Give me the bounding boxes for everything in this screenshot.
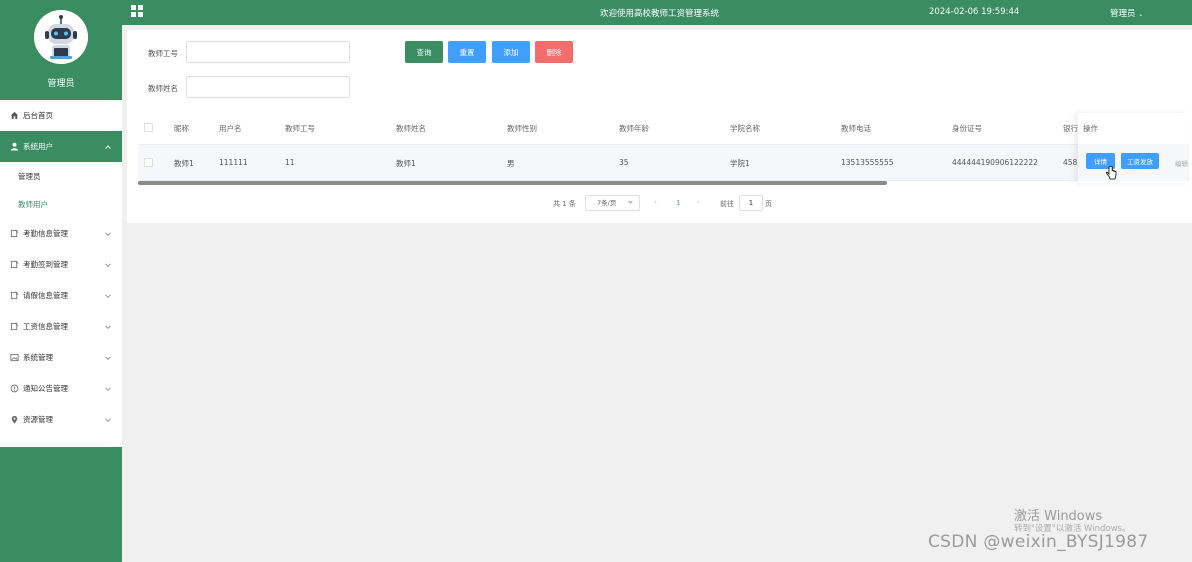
select-all-checkbox[interactable] <box>144 123 153 132</box>
page-size-select[interactable]: 7条/页 <box>585 195 640 211</box>
cell-phone: 13513555555 <box>841 158 894 167</box>
chevron-down-icon <box>105 229 111 236</box>
salary-payment-button[interactable]: 工资发放 <box>1121 153 1159 169</box>
delete-button[interactable]: 删除 <box>535 41 573 63</box>
sidebar-subitem-admin[interactable]: 管理员 <box>0 162 122 190</box>
sidebar-item-label: 考勤信息管理 <box>23 229 68 238</box>
edit-button[interactable]: 编辑 <box>1175 158 1188 168</box>
csdn-watermark: CSDN @weixin_BYSJ1987 <box>928 532 1149 552</box>
teacher-name-label: 教师姓名 <box>148 84 178 93</box>
topbar: 欢迎使用高校教师工资管理系统 2024-02-06 19:59:44 管理员 ⌄ <box>122 0 1192 25</box>
cell-teacher-no: 11 <box>285 158 295 167</box>
cell-nickname: 教师1 <box>174 159 194 168</box>
sidebar-subitem-teacher-users[interactable]: 教师用户 <box>0 190 122 218</box>
document-icon <box>9 291 19 301</box>
column-header-nickname: 昵称 <box>174 124 189 133</box>
sidebar-item-label: 系统管理 <box>23 353 53 362</box>
sidebar-item-label: 系统用户 <box>23 142 53 151</box>
cell-teacher-name: 教师1 <box>396 159 416 168</box>
chevron-down-icon <box>105 384 111 391</box>
sidebar-item-attendance-signin[interactable]: 考勤签到管理 <box>0 249 122 280</box>
main-panel: 教师工号 教师姓名 查询 重置 添加 删除 昵称 用户名 教师工号 教师姓名 教… <box>127 30 1192 223</box>
cell-age: 35 <box>619 158 629 167</box>
column-header-username: 用户名 <box>219 124 242 133</box>
reset-button[interactable]: 重置 <box>448 41 486 63</box>
sidebar-item-leave-info[interactable]: 请假信息管理 <box>0 280 122 311</box>
chevron-down-icon <box>105 415 111 422</box>
document-icon <box>9 322 19 332</box>
chevron-down-icon <box>105 260 111 267</box>
menu-grid-icon[interactable] <box>131 5 143 17</box>
add-button[interactable]: 添加 <box>492 41 530 63</box>
sidebar-item-resource-management[interactable]: 资源管理 <box>0 404 122 435</box>
column-header-age: 教师年龄 <box>619 124 649 133</box>
column-header-gender: 教师性别 <box>507 124 537 133</box>
sidebar-item-system-management[interactable]: 系统管理 <box>0 342 122 373</box>
chevron-down-icon <box>105 353 111 360</box>
cell-username: 111111 <box>219 158 248 167</box>
query-button[interactable]: 查询 <box>405 41 443 63</box>
column-header-id-card: 身份证号 <box>952 124 982 133</box>
robot-avatar-icon <box>34 10 88 64</box>
system-title: 欢迎使用高校教师工资管理系统 <box>600 9 720 19</box>
chevron-down-icon: ⌄ <box>1138 11 1144 18</box>
sidebar-item-label: 后台首页 <box>23 111 53 120</box>
location-icon <box>9 415 19 425</box>
actions-column: 操作 详情 工资发放 编辑 <box>1078 113 1188 183</box>
page-size-value: 7条/页 <box>597 199 617 207</box>
next-page-icon[interactable]: › <box>697 198 700 206</box>
goto-page-input[interactable]: 1 <box>739 195 763 211</box>
document-icon <box>9 260 19 270</box>
sidebar-item-label: 工资信息管理 <box>23 322 68 331</box>
column-header-actions: 操作 <box>1083 124 1098 133</box>
sidebar-item-notice-management[interactable]: 通知公告管理 <box>0 373 122 404</box>
column-header-teacher-name: 教师姓名 <box>396 124 426 133</box>
sidebar-item-system-users[interactable]: 系统用户 <box>0 131 122 162</box>
goto-suffix: 页 <box>765 200 772 208</box>
document-icon <box>9 229 19 239</box>
prev-page-icon[interactable]: ‹ <box>654 198 657 206</box>
home-icon <box>9 111 19 121</box>
user-icon <box>9 142 19 152</box>
column-header-college: 学院名称 <box>730 124 760 133</box>
image-icon <box>9 353 19 363</box>
cell-gender: 男 <box>507 159 515 168</box>
sidebar-item-label: 通知公告管理 <box>23 384 68 393</box>
row-checkbox[interactable] <box>144 158 153 167</box>
sidebar-item-salary-info[interactable]: 工资信息管理 <box>0 311 122 342</box>
info-icon <box>9 384 19 394</box>
chevron-up-icon <box>105 144 111 151</box>
sidebar-item-label: 请假信息管理 <box>23 291 68 300</box>
teacher-no-label: 教师工号 <box>148 49 178 58</box>
chevron-down-icon <box>105 291 111 298</box>
chevron-down-icon <box>628 199 633 204</box>
teacher-name-input[interactable] <box>186 76 350 98</box>
sidebar: 管理员 后台首页 系统用户 管理员 教师用户 考勤信息管理 考勤签到管理 请假信… <box>0 0 122 562</box>
cell-id-card: 444444190906122222 <box>952 158 1038 167</box>
user-dropdown[interactable]: 管理员 ⌄ <box>1110 7 1143 19</box>
sidebar-item-label: 考勤签到管理 <box>23 260 68 269</box>
chevron-down-icon <box>105 322 111 329</box>
goto-label: 前往 <box>720 200 734 208</box>
sidebar-item-label: 资源管理 <box>23 415 53 424</box>
sidebar-item-attendance-info[interactable]: 考勤信息管理 <box>0 218 122 249</box>
column-header-teacher-no: 教师工号 <box>285 124 315 133</box>
cursor-hand-icon <box>1106 165 1117 182</box>
sidebar-item-home[interactable]: 后台首页 <box>0 100 122 131</box>
column-header-phone: 教师电话 <box>841 124 871 133</box>
pagination-total: 共 1 条 <box>553 200 576 208</box>
profile-name: 管理员 <box>47 79 75 89</box>
page-number-current[interactable]: 1 <box>676 199 680 207</box>
teacher-no-input[interactable] <box>186 41 350 63</box>
cell-college: 学院1 <box>730 159 750 168</box>
current-datetime: 2024-02-06 19:59:44 <box>929 7 1020 17</box>
profile: 管理员 <box>0 0 122 100</box>
table-horizontal-scrollbar[interactable] <box>138 181 887 185</box>
user-dropdown-label: 管理员 <box>1110 9 1136 19</box>
sidebar-menu: 后台首页 系统用户 管理员 教师用户 考勤信息管理 考勤签到管理 请假信息管理 … <box>0 100 122 447</box>
